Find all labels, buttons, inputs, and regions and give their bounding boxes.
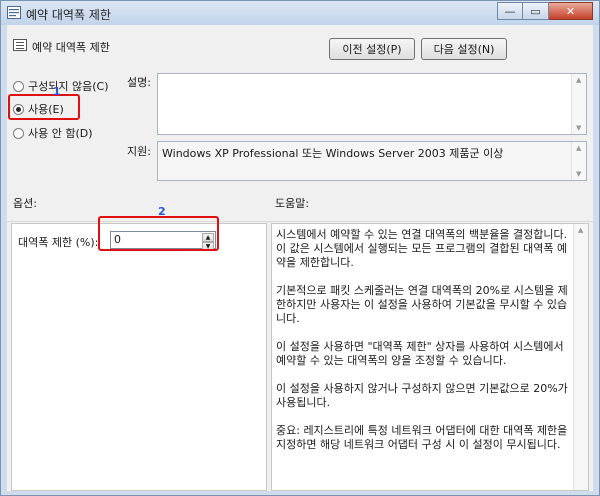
supported-label: 지원: xyxy=(127,145,151,158)
policy-icon xyxy=(13,39,27,51)
options-panel: 대역폭 제한 (%): 0 ▲ ▼ xyxy=(11,223,267,491)
supported-scrollbar[interactable]: ▲ ▼ xyxy=(571,142,586,180)
radio-not-configured[interactable]: 구성되지 않음(C) xyxy=(13,78,108,94)
window-title: 예약 대역폭 제한 xyxy=(26,8,111,22)
marker-2: 2 xyxy=(158,205,166,218)
radio-not-configured-dot[interactable] xyxy=(13,80,24,92)
bandwidth-limit-label: 대역폭 제한 (%): xyxy=(18,236,99,249)
highlight-bandwidth xyxy=(98,216,219,251)
supported-box: Windows XP Professional 또는 Windows Serve… xyxy=(157,141,587,181)
help-scrollbar[interactable]: ▲ xyxy=(573,224,588,490)
policy-app-icon xyxy=(7,6,21,19)
help-panel: 시스템에서 예약할 수 있는 연결 대역폭의 백분율을 결정합니다. 이 값은 … xyxy=(271,223,589,491)
help-paragraph: 이 설정을 사용하지 않거나 구성하지 않으면 기본값으로 20%가 사용됩니다… xyxy=(276,382,568,409)
help-paragraph: 시스템에서 예약할 수 있는 연결 대역폭의 백분율을 결정합니다. 이 값은 … xyxy=(276,228,568,269)
help-paragraph: 중요: 레지스트리에 특정 네트워크 어댑터에 대한 대역폭 제한을 지정하면 … xyxy=(276,424,568,451)
title-bar[interactable]: 예약 대역폭 제한 — ▭ ✕ xyxy=(1,1,599,25)
close-button[interactable]: ✕ xyxy=(549,2,593,20)
comment-label: 설명: xyxy=(127,76,151,89)
maximize-button[interactable]: ▭ xyxy=(523,2,549,20)
minimize-icon: — xyxy=(504,4,516,18)
radio-not-configured-label: 구성되지 않음(C) xyxy=(28,80,109,93)
help-text: 시스템에서 예약할 수 있는 연결 대역폭의 백분율을 결정합니다. 이 값은 … xyxy=(276,228,570,466)
maximize-icon: ▭ xyxy=(530,4,541,18)
supported-text: Windows XP Professional 또는 Windows Serve… xyxy=(162,147,504,160)
help-paragraph: 기본적으로 패킷 스케줄러는 연결 대역폭의 20%로 시스템을 제한하지만 사… xyxy=(276,284,568,325)
next-setting-button[interactable]: 다음 설정(N) xyxy=(421,38,507,60)
minimize-button[interactable]: — xyxy=(497,2,523,20)
prev-setting-button[interactable]: 이전 설정(P) xyxy=(329,38,415,60)
dialog-body: 예약 대역폭 제한 이전 설정(P) 다음 설정(N) 구성되지 않음(C) 사… xyxy=(7,25,593,491)
comment-textbox[interactable]: ▲ ▼ xyxy=(157,73,587,135)
section-divider xyxy=(7,221,593,222)
highlight-enabled xyxy=(8,94,80,120)
close-icon: ✕ xyxy=(565,4,576,18)
policy-dialog: 예약 대역폭 제한 — ▭ ✕ 예약 대역폭 제한 이전 설정(P) 다음 설정… xyxy=(0,0,600,496)
radio-disabled[interactable]: 사용 안 함(D) xyxy=(13,125,93,141)
options-header: 옵션: xyxy=(13,197,37,210)
help-paragraph: 이 설정을 사용하면 "대역폭 제한" 상자를 사용하여 시스템에서 예약할 수… xyxy=(276,340,564,367)
policy-title: 예약 대역폭 제한 xyxy=(32,41,110,54)
marker-1: 1 xyxy=(53,85,61,98)
comment-scrollbar[interactable]: ▲ ▼ xyxy=(571,74,586,134)
radio-disabled-label: 사용 안 함(D) xyxy=(28,127,93,140)
radio-disabled-dot[interactable] xyxy=(13,127,24,139)
help-header: 도움말: xyxy=(275,197,310,210)
